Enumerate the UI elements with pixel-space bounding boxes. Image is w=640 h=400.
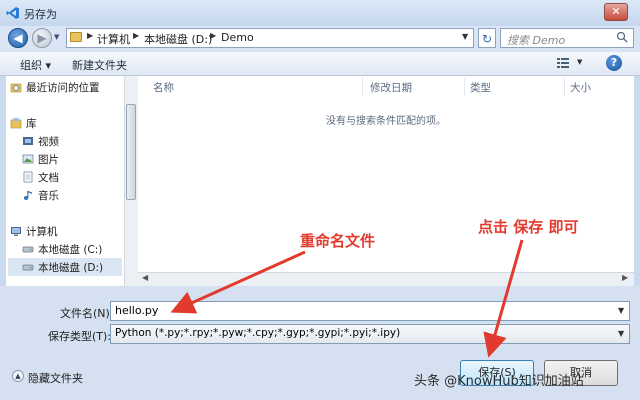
arrow-to-filename: [170, 250, 306, 314]
watermark: 头条 @KnowHub知识加油站: [414, 374, 584, 389]
arrow-to-save: [483, 239, 524, 358]
annotation-arrows: [170, 239, 524, 358]
